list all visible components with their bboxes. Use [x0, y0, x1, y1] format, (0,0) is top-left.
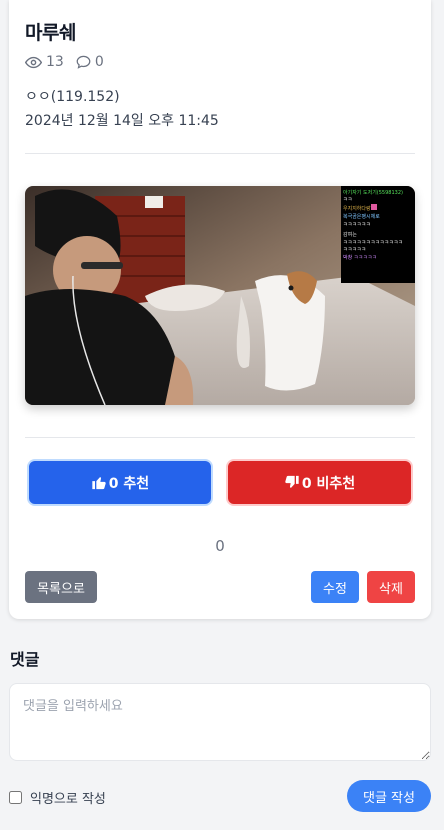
- chat-line: 복극곰은팽시체로: [343, 213, 380, 220]
- view-count-value: 13: [46, 54, 64, 70]
- chat-line: ㅋㅋㅋㅋㅋ: [343, 247, 366, 253]
- chat-line: ㅋㅋ: [343, 197, 352, 203]
- chat-line: ㅋㅋㅋㅋㅋㅋ: [343, 222, 371, 228]
- stream-screenshot: 아기자기 도저기(5598132) ㅋㅋ 우지지하다랑 복극곰은팽시체로 ㅋㅋㅋ…: [25, 186, 415, 405]
- chat-line: 아기자기 도저기(5598132): [343, 189, 403, 196]
- comment-count: 0: [76, 54, 104, 70]
- upvote-label: 0 추천: [108, 475, 150, 492]
- post-card: 마루쉐 13 0 ㅇㅇ(119.152) 2024년 12월 14일 오후 11…: [9, 0, 431, 619]
- downvote-label: 0 비추천: [301, 475, 356, 492]
- divider: [25, 153, 415, 154]
- view-count: 13: [25, 54, 64, 70]
- chat-line: 감여는: [343, 231, 357, 238]
- post-stats: 13 0: [25, 54, 116, 70]
- thumbs-up-icon: [92, 477, 106, 490]
- anonymous-label: 익명으로 작성: [30, 792, 106, 807]
- post-title: 마루쉐: [25, 22, 76, 44]
- comment-input[interactable]: [9, 683, 431, 761]
- chat-line: ㅋㅋㅋㅋㅋㅋㅋㅋㅋㅋㅋㅋㅋ: [343, 240, 403, 246]
- thumbs-down-icon: [285, 475, 299, 488]
- vote-score: 0: [215, 537, 225, 555]
- anonymous-option[interactable]: 익명으로 작성: [9, 788, 106, 807]
- delete-button[interactable]: 삭제: [367, 571, 415, 603]
- chat-line: 박창 ㅋㅋㅋㅋㅋ: [343, 254, 377, 261]
- comment-icon: [76, 55, 91, 69]
- downvote-button[interactable]: 0 비추천: [226, 459, 413, 506]
- dog-in-blanket: [255, 275, 325, 391]
- edit-button[interactable]: 수정: [311, 571, 359, 603]
- comment-count-value: 0: [94, 54, 104, 70]
- post-image: 아기자기 도저기(5598132) ㅋㅋ 우지지하다랑 복극곰은팽시체로 ㅋㅋㅋ…: [25, 186, 415, 405]
- post-author: ㅇㅇ(119.152): [25, 89, 120, 105]
- anonymous-checkbox[interactable]: [9, 791, 22, 804]
- divider: [25, 437, 415, 438]
- eye-icon: [25, 56, 42, 68]
- submit-comment-button[interactable]: 댓글 작성: [347, 780, 431, 812]
- comments-heading: 댓글: [10, 650, 40, 669]
- back-to-list-button[interactable]: 목록으로: [25, 571, 97, 603]
- post-date: 2024년 12월 14일 오후 11:45: [25, 113, 219, 129]
- upvote-button[interactable]: 0 추천: [27, 459, 213, 506]
- chat-line: 우지지하다랑: [343, 205, 371, 212]
